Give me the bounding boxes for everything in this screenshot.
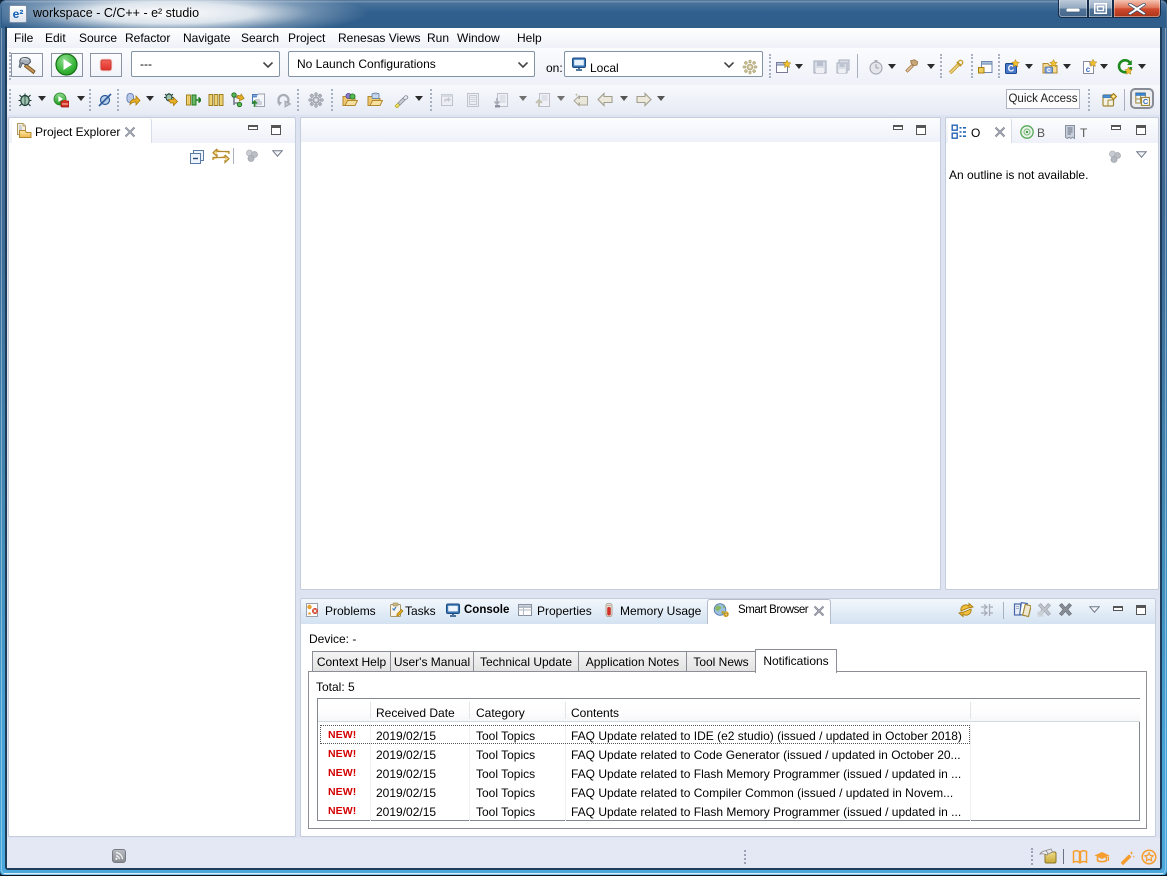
svg-text:c: c [1086,65,1091,74]
svg-text:C: C [1143,97,1149,106]
svg-text:c: c [1047,67,1051,74]
